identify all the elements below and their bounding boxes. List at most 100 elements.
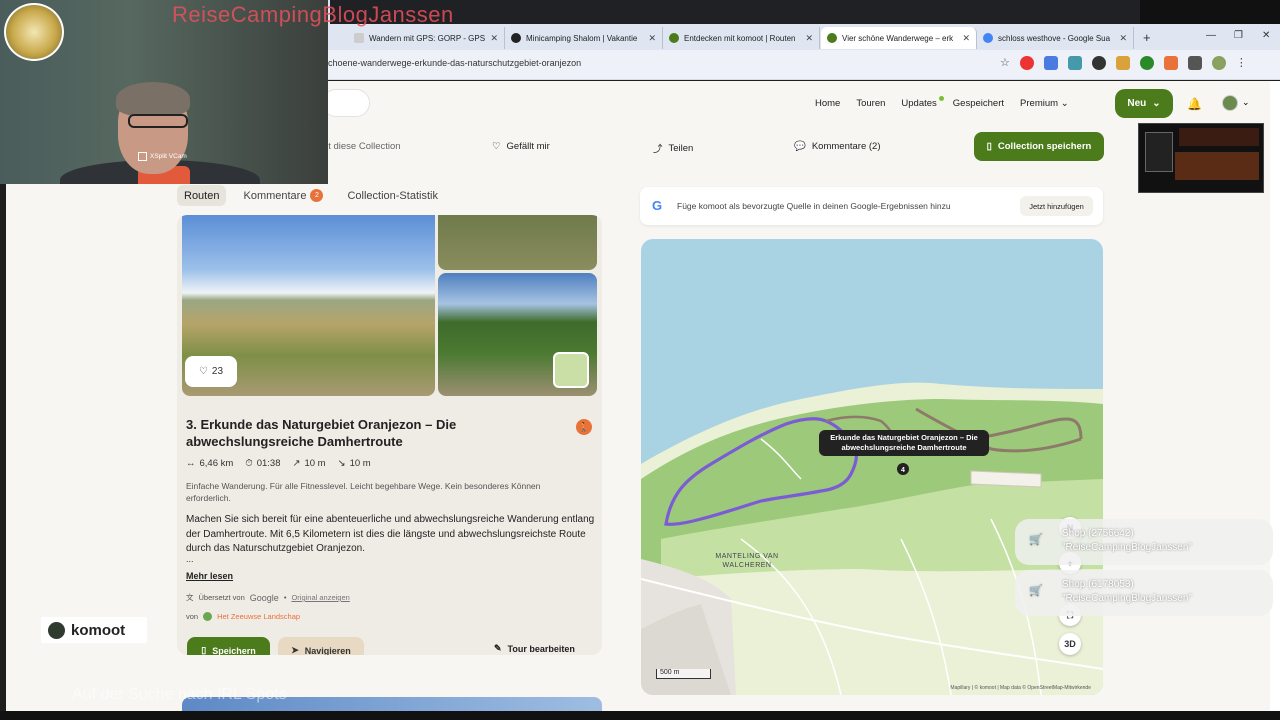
page-scrollbar[interactable] <box>1270 81 1280 711</box>
save-tour-button[interactable]: ▯ Speichern <box>187 637 270 655</box>
new-button[interactable]: Neu ⌄ <box>1115 89 1173 118</box>
profile-icon[interactable] <box>1211 56 1226 70</box>
shop-notification[interactable]: 🛒 Shop (2756642) "ReiseCampingBlogJansse… <box>1015 519 1273 565</box>
close-icon[interactable]: ✕ <box>648 33 656 44</box>
bookmark-star-icon[interactable]: ☆ <box>1000 56 1010 70</box>
maximize-icon[interactable]: ❐ <box>1234 30 1243 41</box>
add-now-button[interactable]: Jetzt hinzufügen <box>1020 196 1093 216</box>
like-button[interactable]: ♡ Gefällt mir <box>492 141 550 152</box>
avatar[interactable] <box>1222 95 1238 111</box>
sync-extension-icon[interactable] <box>1091 56 1106 70</box>
tab-label: Entdecken mit komoot | Routen <box>684 33 796 43</box>
edit-tour-button[interactable]: ✎ Tour bearbeiten <box>494 643 575 654</box>
tab-comments[interactable]: Kommentare 2 <box>236 185 330 206</box>
save-tour-label: Speichern <box>212 645 256 656</box>
difficulty-text: Einfache Wanderung. Für alle Fitnessleve… <box>186 481 541 503</box>
tab-statistics[interactable]: Collection-Statistik <box>340 185 444 206</box>
bottom-edge <box>0 711 1280 720</box>
show-original-link[interactable]: Original anzeigen <box>291 593 349 602</box>
organization-link[interactable]: Het Zeeuwse Landschap <box>217 612 300 621</box>
tour-map[interactable]: 4 Erkunde das Naturgebiet Oranjezon – Di… <box>641 239 1103 695</box>
save-collection-button[interactable]: ▯ Collection speichern <box>974 132 1104 161</box>
bell-icon[interactable]: 🔔 <box>1187 97 1202 111</box>
tour-card[interactable]: ♡ 23 3. Erkunde das Naturgebiet Oranjezo… <box>177 215 602 655</box>
close-icon[interactable]: ✕ <box>490 33 498 44</box>
by-label: von <box>186 612 199 621</box>
tab-active-collection[interactable]: Vier schöne Wanderwege – erk ✕ <box>821 27 977 49</box>
comments-label: Kommentare (2) <box>811 141 881 152</box>
google-favicon-icon <box>983 33 993 43</box>
likes-button[interactable]: ♡ 23 <box>185 356 237 387</box>
tab-statistics-label: Collection-Statistik <box>347 189 438 202</box>
orange-extension-icon[interactable] <box>1163 56 1178 70</box>
navigate-button[interactable]: ➤ Navigieren <box>278 637 364 655</box>
read-more-link[interactable]: Mehr lesen <box>186 571 233 581</box>
tour-title[interactable]: 3. Erkunde das Naturgebiet Oranjezon – D… <box>186 416 556 450</box>
nav-premium[interactable]: Premium ⌄ <box>1020 98 1069 109</box>
nav-home[interactable]: Home <box>815 98 840 109</box>
search-input[interactable] <box>322 89 370 117</box>
url-field[interactable]: choene-wanderwege-erkunde-das-naturschut… <box>328 58 581 68</box>
likes-count: 23 <box>211 366 224 377</box>
nav-tours[interactable]: Touren <box>856 98 885 109</box>
heart-icon: ♡ <box>492 141 501 152</box>
komoot-favicon-icon <box>669 33 679 43</box>
notification-title: Shop (6178053) <box>1062 579 1134 590</box>
map-canvas: 4 <box>641 382 1103 695</box>
tour-stats: ↔ 6,46 km ⏱ 01:38 ↗ 10 m ↘ 10 m <box>186 458 371 469</box>
close-icon[interactable]: ✕ <box>805 33 813 44</box>
notification-subtitle: "ReiseCampingBlogJanssen" <box>1062 542 1192 553</box>
ascent-value: 10 m <box>304 458 326 469</box>
ad-banner <box>1175 152 1259 180</box>
tour-photo-bottom-right[interactable] <box>438 273 597 396</box>
close-icon[interactable]: ✕ <box>962 33 970 44</box>
shop-notification[interactable]: 🛒 Shop (6178053) "ReiseCampingBlogJansse… <box>1015 570 1273 616</box>
mini-map-thumbnail[interactable] <box>553 352 589 388</box>
minimize-icon[interactable]: — <box>1206 30 1216 41</box>
google-preferred-source-banner: G Füge komoot als bevorzugte Quelle in d… <box>640 187 1103 225</box>
like-label: Gefällt mir <box>506 141 550 152</box>
comments-button[interactable]: 💬 Kommentare (2) <box>794 141 880 152</box>
tab-minicamping[interactable]: Minicamping Shalom | Vakantie ✕ <box>505 27 663 49</box>
bookmark-icon: ▯ <box>201 645 207 655</box>
cart-icon: 🛒 <box>1029 585 1043 597</box>
route-marker-label: 4 <box>901 467 905 474</box>
share-label: Teilen <box>668 142 694 154</box>
tab-google-search[interactable]: schloss westhove - Google Sua ✕ <box>977 27 1134 49</box>
tour-photo-top-right[interactable] <box>438 215 597 270</box>
puzzle-extensions-icon[interactable] <box>1187 56 1202 70</box>
navigate-label: Navigieren <box>304 645 351 656</box>
close-icon[interactable]: ✕ <box>1119 33 1127 44</box>
chevron-down-icon[interactable]: ⌄ <box>1242 97 1250 108</box>
liked-by-text: llt diese Collection <box>324 141 401 152</box>
tab-gorp[interactable]: Wandern mit GPS: GORP - GPS ✕ <box>348 27 505 49</box>
nav-updates[interactable]: Updates <box>901 96 944 109</box>
opera-extension-icon[interactable] <box>1019 56 1034 70</box>
author-info: von Het Zeeuwse Landschap <box>186 612 300 621</box>
xsplit-label: XSplit VCam <box>150 153 187 160</box>
new-tab-icon[interactable]: + <box>1143 30 1151 45</box>
descent-stat: ↘ 10 m <box>338 458 371 469</box>
google-logo: Google <box>249 592 279 603</box>
green-extension-icon[interactable] <box>1139 56 1154 70</box>
comment-icon: 💬 <box>794 141 806 152</box>
ad-banner <box>1179 128 1259 146</box>
menu-dots-icon[interactable]: ⋮ <box>1236 56 1247 70</box>
tab-komoot-explore[interactable]: Entdecken mit komoot | Routen ✕ <box>663 27 820 49</box>
extension-icon[interactable] <box>1067 56 1082 70</box>
translate-extension-icon[interactable] <box>1043 56 1058 70</box>
share-button[interactable]: ⤴ Teilen <box>653 141 694 156</box>
nav-saved[interactable]: Gespeichert <box>953 98 1004 109</box>
distance-value: 6,46 km <box>199 458 234 469</box>
3d-toggle-button[interactable]: 3D <box>1059 633 1081 655</box>
pen-extension-icon[interactable] <box>1115 56 1130 70</box>
google-g-icon: G <box>652 198 663 213</box>
window-close-icon[interactable]: ✕ <box>1262 30 1270 41</box>
duration-value: 01:38 <box>256 458 281 469</box>
tab-routes[interactable]: Routen <box>177 185 227 206</box>
komoot-icon <box>48 621 65 639</box>
xsplit-icon <box>138 152 147 161</box>
ascent-stat: ↗ 10 m <box>293 458 326 469</box>
map-attribution: Mapillary | © komoot | Map data © OpenSt… <box>950 685 1091 691</box>
tabbar-top-strip-right <box>1140 0 1280 24</box>
